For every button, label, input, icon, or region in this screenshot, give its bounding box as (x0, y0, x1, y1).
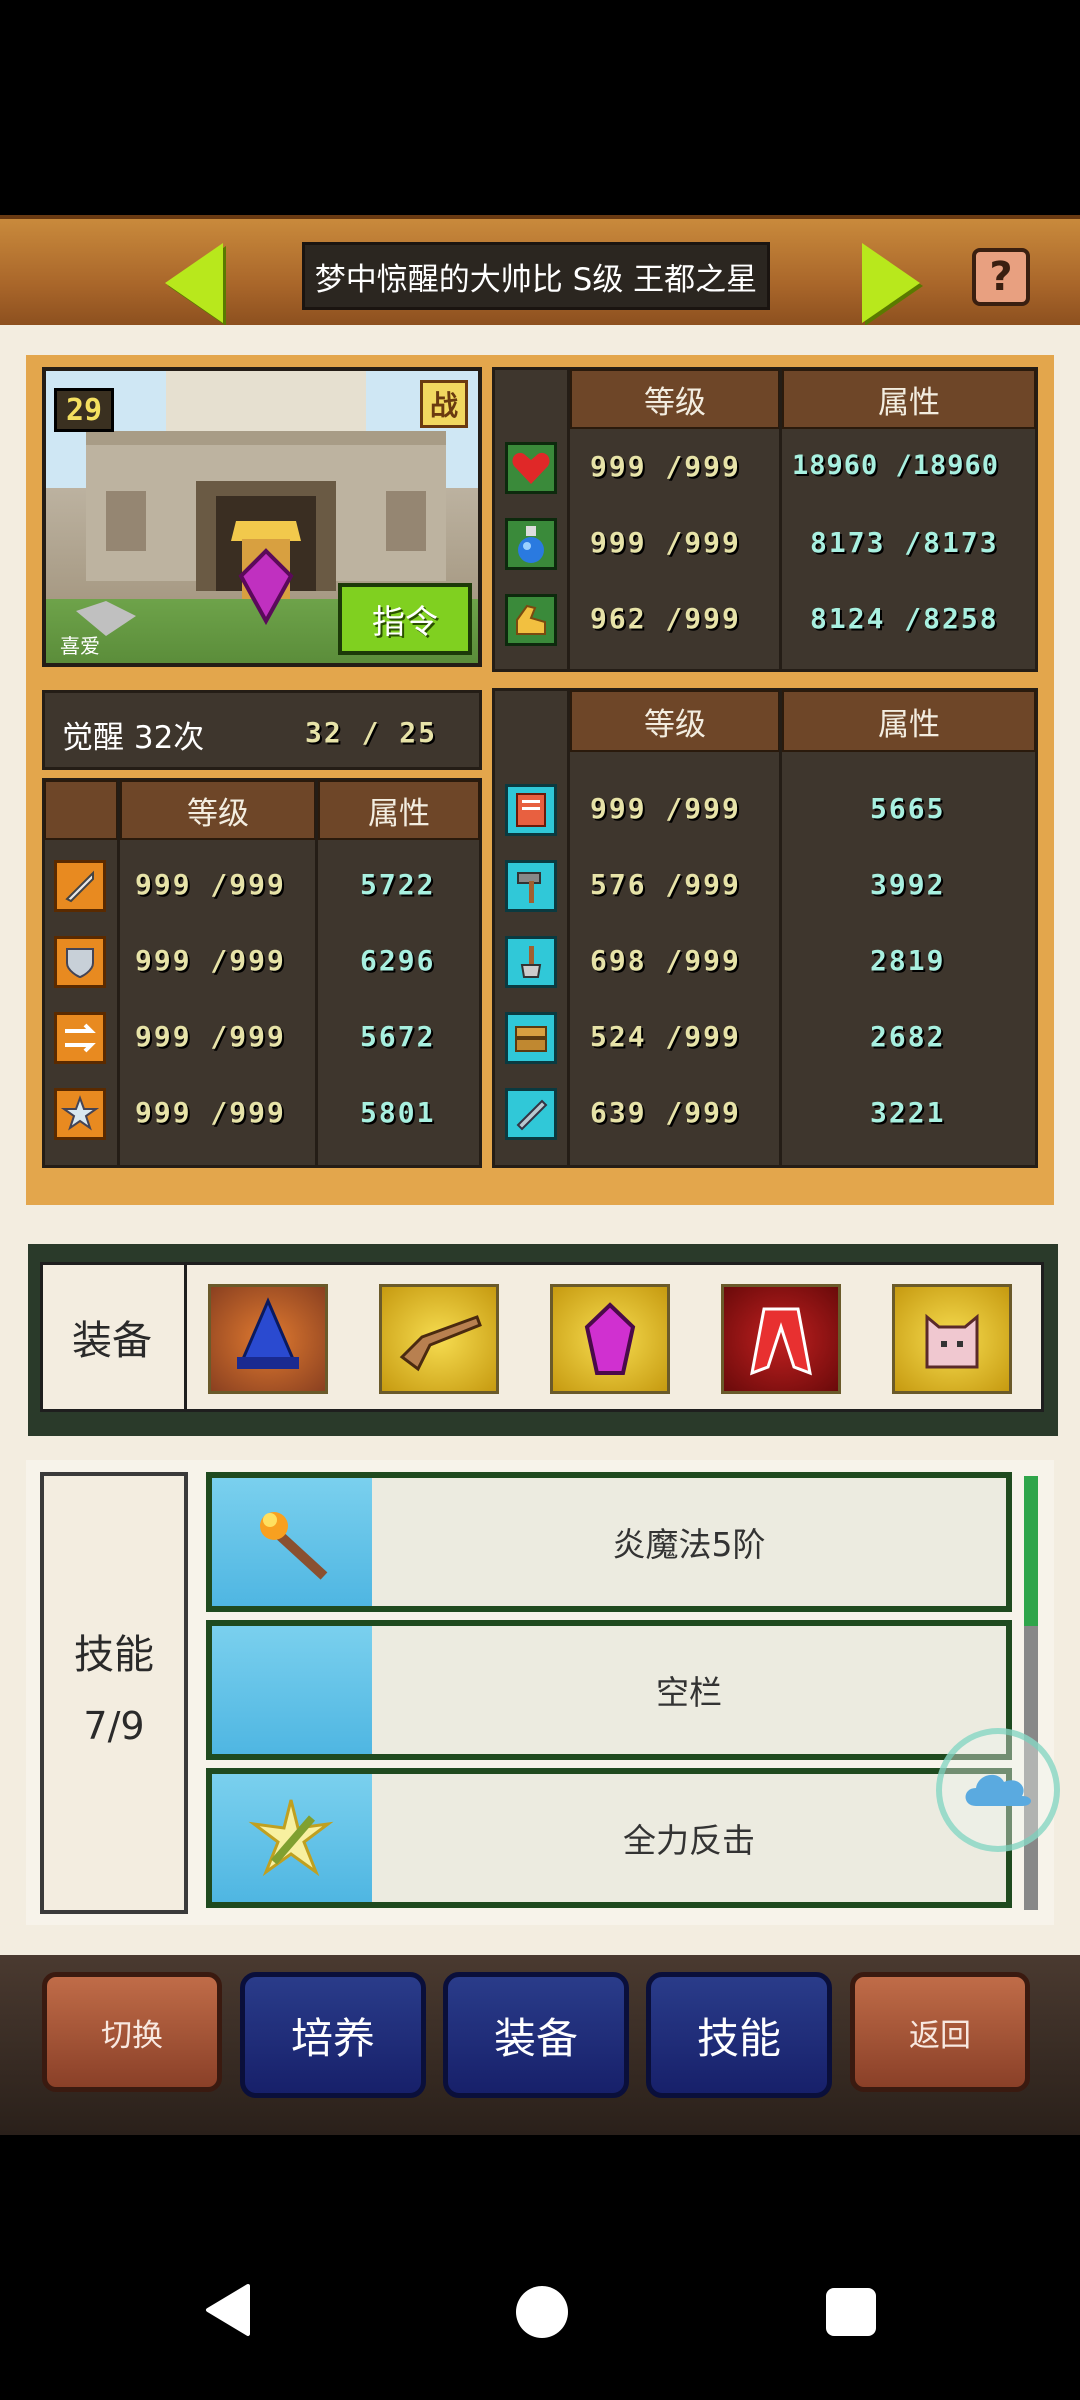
sword-icon (54, 860, 106, 912)
next-character-arrow-icon[interactable] (862, 243, 920, 323)
stamina-attr: 8124 /8258 (810, 602, 999, 635)
purple-gem-icon (584, 1302, 636, 1375)
hp-level: 999 /999 (590, 450, 741, 483)
skills-scroll-thumb[interactable] (1024, 1476, 1038, 1626)
shovel-icon (505, 936, 557, 988)
skill-slot-2[interactable]: 空栏 (206, 1620, 1012, 1760)
right-stats-attr-header: 属性 (782, 690, 1036, 752)
tool-icon (505, 1088, 557, 1140)
character-title: 梦中惊醒的大帅比 S级 王都之星 (302, 242, 770, 310)
battle-badge: 战 (420, 380, 468, 428)
top-stats-attr-header: 属性 (782, 369, 1036, 429)
book-icon (505, 784, 557, 836)
skill-slot-3[interactable]: 全力反击 (206, 1768, 1012, 1908)
nav-back-icon[interactable] (202, 2282, 254, 2338)
star-icon (54, 1088, 106, 1140)
right-stats-level-header: 等级 (570, 690, 780, 752)
switch-button[interactable]: 切换 (42, 1972, 222, 2092)
heart-icon (505, 442, 557, 494)
chest-attr: 2682 (870, 1020, 946, 1053)
red-cape-icon (750, 1307, 812, 1376)
defense-attr: 6296 (360, 944, 436, 977)
fire-staff-icon (260, 1512, 328, 1580)
left-stats-icon-header (44, 780, 118, 840)
hp-attr: 18960 /18960 (792, 450, 1000, 481)
hammer-level: 576 /999 (590, 868, 741, 901)
attack-level: 999 /999 (135, 868, 286, 901)
defense-level: 999 /999 (135, 944, 286, 977)
book-level: 999 /999 (590, 792, 741, 825)
wizard-hat-icon (237, 1297, 299, 1369)
cloud-icon (965, 1774, 1031, 1806)
hammer-icon (505, 860, 557, 912)
counter-sword-icon (248, 1799, 334, 1877)
equip-slot-2[interactable] (379, 1284, 499, 1394)
back-button[interactable]: 返回 (850, 1972, 1030, 2092)
nav-recents-icon[interactable] (826, 2288, 876, 2336)
chest-icon (505, 1012, 557, 1064)
nav-home-icon[interactable] (516, 2286, 568, 2338)
strength-arm-icon (505, 594, 557, 646)
shield-icon (54, 936, 106, 988)
cat-mask-icon (925, 1313, 979, 1369)
prev-character-arrow-icon[interactable] (165, 243, 223, 323)
skill-name: 全力反击 (623, 1821, 755, 1860)
skill-slot-1[interactable]: 炎魔法5阶 (206, 1472, 1012, 1612)
command-button[interactable]: 指令 (338, 583, 472, 655)
chest-level: 524 /999 (590, 1020, 741, 1053)
attack-attr: 5722 (360, 868, 436, 901)
help-button[interactable]: ? (972, 248, 1030, 306)
mp-level: 999 /999 (590, 526, 741, 559)
tool-attr: 3221 (870, 1096, 946, 1129)
luck-level: 999 /999 (135, 1096, 286, 1129)
skill-button[interactable]: 技能 (646, 1972, 832, 2098)
speed-level: 999 /999 (135, 1020, 286, 1053)
skills-count: 7/9 (83, 1704, 145, 1748)
level-badge: 29 (54, 388, 114, 432)
stamina-level: 962 /999 (590, 602, 741, 635)
cloud-floating-button[interactable] (936, 1728, 1060, 1852)
train-button[interactable]: 培养 (240, 1972, 426, 2098)
skills-label-box (40, 1472, 188, 1914)
skill-name: 炎魔法5阶 (612, 1525, 766, 1564)
top-stats-level-header: 等级 (570, 369, 780, 429)
tool-level: 639 /999 (590, 1096, 741, 1129)
equip-slot-5[interactable] (892, 1284, 1012, 1394)
luck-attr: 5801 (360, 1096, 436, 1129)
equip-slot-4[interactable] (721, 1284, 841, 1394)
hammer-attr: 3992 (870, 868, 946, 901)
skills-label: 技能 (74, 1632, 154, 1678)
equipment-label: 装备 (72, 1318, 152, 1364)
equip-button[interactable]: 装备 (443, 1972, 629, 2098)
left-stats-attr-header: 属性 (318, 780, 480, 840)
speed-arrows-icon (54, 1012, 106, 1064)
skill-name: 空栏 (656, 1673, 722, 1712)
speed-attr: 5672 (360, 1020, 436, 1053)
awaken-label: 觉醒 32次 (62, 720, 205, 756)
potion-icon (505, 518, 557, 570)
right-stats-table (492, 688, 1038, 1168)
equip-slot-3[interactable] (550, 1284, 670, 1394)
book-attr: 5665 (870, 792, 946, 825)
mp-attr: 8173 /8173 (810, 526, 999, 559)
left-stats-level-header: 等级 (120, 780, 316, 840)
awaken-count: 32 / 25 (305, 716, 438, 749)
like-label[interactable]: 喜爱 (60, 630, 100, 659)
shovel-level: 698 /999 (590, 944, 741, 977)
shovel-attr: 2819 (870, 944, 946, 977)
equip-slot-1[interactable] (208, 1284, 328, 1394)
musket-icon (399, 1315, 482, 1372)
